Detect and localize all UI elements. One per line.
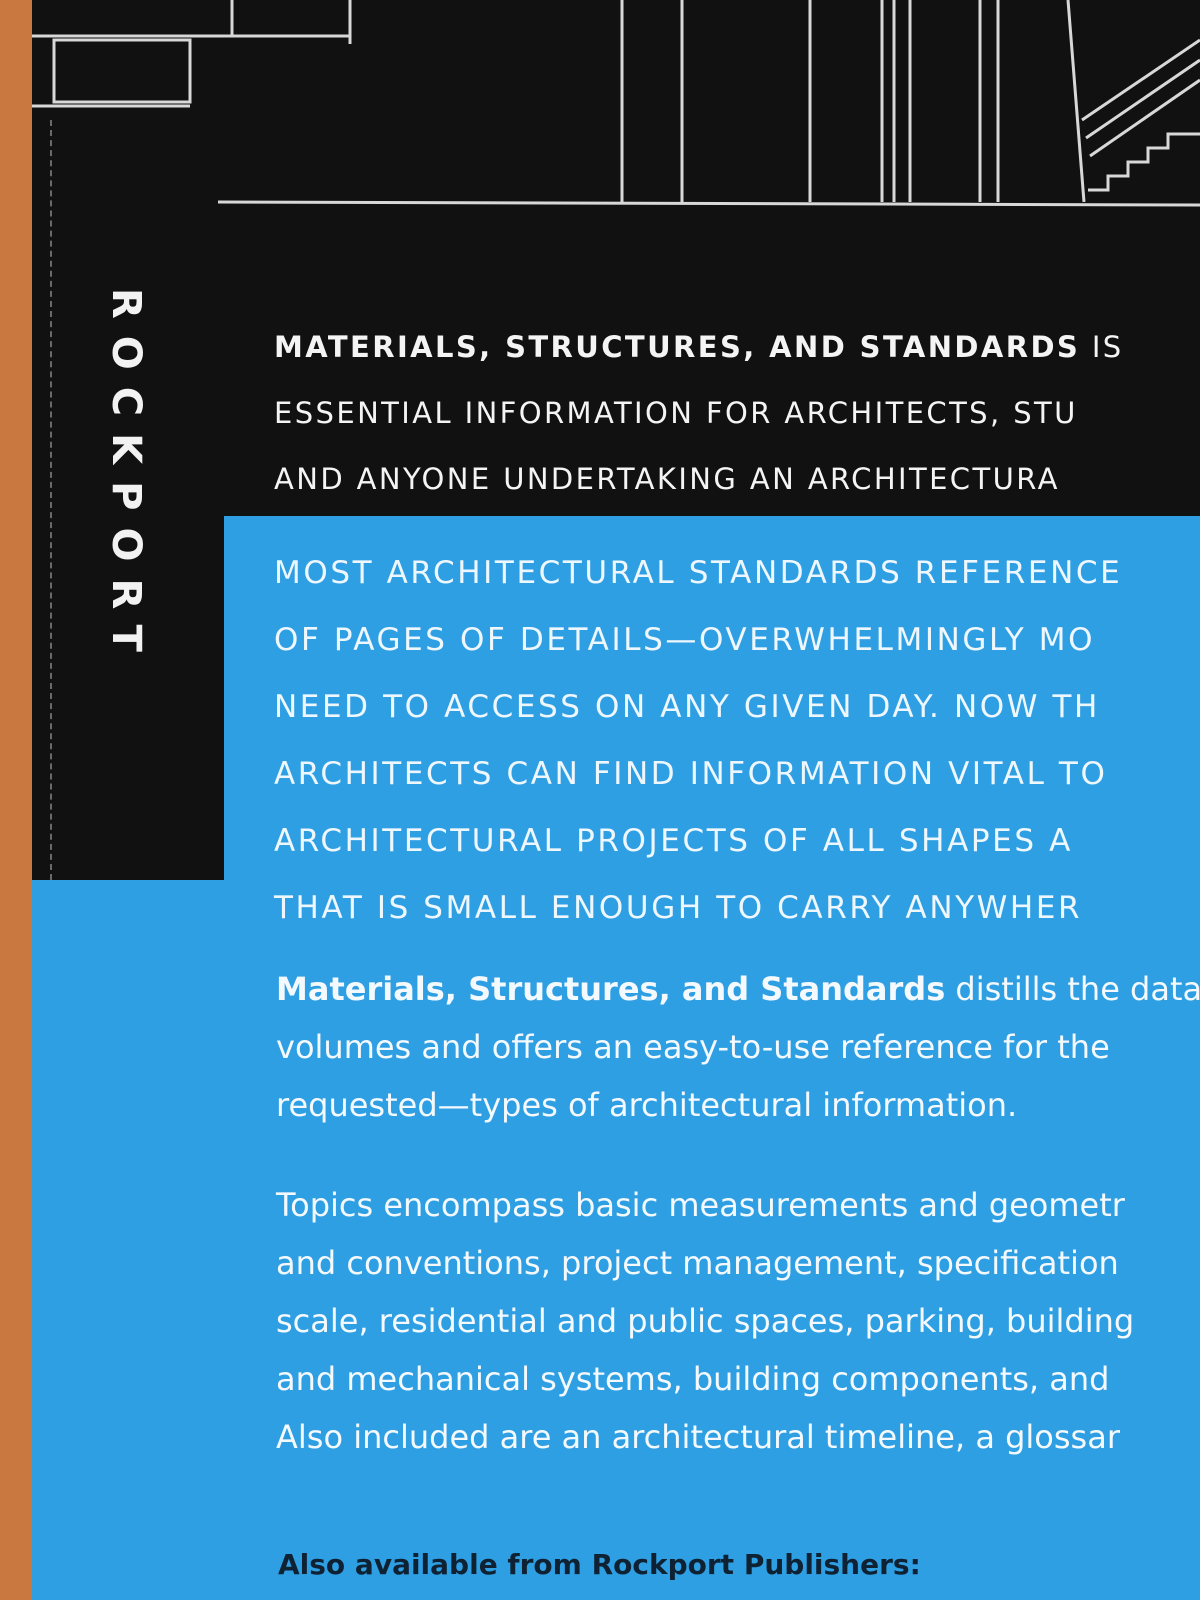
para1-line-3: requested—types of architectural informa… [276, 1086, 1018, 1124]
intro-caps-block: MATERIALS, STRUCTURES, AND STANDARDS IS … [274, 314, 1200, 512]
para1-line-2: volumes and offers an easy-to-use refere… [276, 1028, 1110, 1066]
baseline-rule [217, 200, 1200, 207]
para1-line-1-rest: distills the data [945, 970, 1200, 1008]
intro-line-2: ESSENTIAL INFORMATION FOR ARCHITECTS, ST… [274, 396, 1078, 430]
para1-line-1: Materials, Structures, and Standards dis… [276, 960, 1200, 1018]
spine-publisher-text: ROCKPORT [103, 288, 149, 669]
intro-line-3: AND ANYONE UNDERTAKING AN ARCHITECTURA [274, 462, 1060, 496]
blurb-line: MOST ARCHITECTURAL STANDARDS REFERENCE [274, 555, 1123, 591]
book-back-cover: ROCKPORT MATERIALS, STRUCTURES, AND STAN… [32, 0, 1200, 1600]
stair-rail [1085, 58, 1200, 140]
architectural-linework-illustration [32, 0, 1200, 207]
description-paragraph-2: Topics encompass basic measurements and … [276, 1176, 1200, 1466]
para2-line: scale, residential and public spaces, pa… [276, 1302, 1135, 1340]
para2-line: and mechanical systems, building compone… [276, 1360, 1110, 1398]
blurb-line: THAT IS SMALL ENOUGH TO CARRY ANYWHER [274, 890, 1083, 926]
stair-stringer [1066, 0, 1086, 203]
description-paragraph-1: Materials, Structures, and Standards dis… [276, 960, 1200, 1134]
line-box [52, 38, 192, 104]
also-available-heading: Also available from Rockport Publishers: [278, 1548, 921, 1581]
stair-rail [1081, 38, 1200, 122]
intro-title-rest: IS [1080, 330, 1124, 364]
para2-line: Also included are an architectural timel… [276, 1418, 1120, 1456]
blurb-line: NEED TO ACCESS ON ANY GIVEN DAY. NOW TH [274, 689, 1100, 725]
para2-line: Topics encompass basic measurements and … [276, 1186, 1125, 1224]
para2-line: and conventions, project management, spe… [276, 1244, 1119, 1282]
spine-dashed-rule [50, 120, 52, 880]
blurb-caps-block: MOST ARCHITECTURAL STANDARDS REFERENCE O… [274, 540, 1200, 942]
blurb-line: OF PAGES OF DETAILS—OVERWHELMINGLY MO [274, 622, 1096, 658]
stair-steps [1088, 132, 1200, 192]
intro-line-1: MATERIALS, STRUCTURES, AND STANDARDS IS [274, 314, 1200, 380]
blurb-line: ARCHITECTS CAN FIND INFORMATION VITAL TO [274, 756, 1108, 792]
para1-title-bold: Materials, Structures, and Standards [276, 970, 946, 1008]
stair-rail [1089, 78, 1200, 158]
intro-title-bold: MATERIALS, STRUCTURES, AND STANDARDS [274, 330, 1081, 364]
blurb-line: ARCHITECTURAL PROJECTS OF ALL SHAPES A [274, 823, 1073, 859]
